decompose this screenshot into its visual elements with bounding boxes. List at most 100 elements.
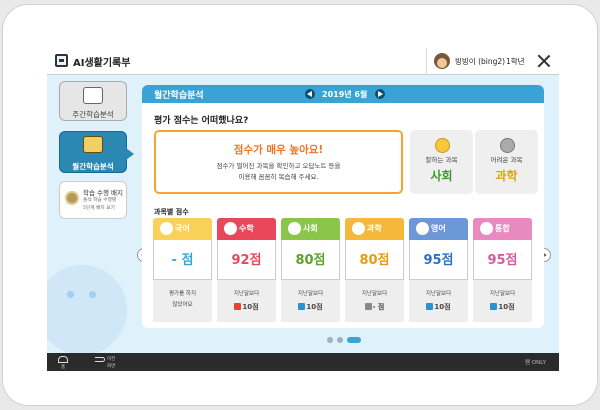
panel-header: 월간학습분석 2019년 6월	[142, 85, 544, 103]
subject-card-math[interactable]: 수학 92점 지난달보다 10점	[217, 218, 276, 325]
subject-name: 영어	[431, 224, 446, 233]
calendar-icon	[83, 87, 103, 104]
sidebar-item-monthly[interactable]: 월간학습분석	[59, 131, 134, 173]
subject-card-english[interactable]: 영어 95점 지난달보다 10점	[409, 218, 468, 325]
character-icon	[160, 222, 173, 235]
compare-value: - 점	[372, 303, 385, 311]
subject-card-social[interactable]: 사회 80점 지난달보다 10점	[281, 218, 340, 325]
compare-box: 지난달보다 10점	[217, 280, 276, 322]
avatar	[434, 53, 450, 69]
page-dot[interactable]	[337, 337, 343, 343]
subject-name: 사회	[303, 224, 318, 233]
subject-score: 80점	[359, 253, 390, 268]
prev-month-icon[interactable]	[305, 89, 315, 99]
compare-label: 지난달보다	[297, 291, 324, 297]
app-header: AI생활기록부 빙빙이 (bing2) 1학년	[47, 48, 559, 75]
home-label: 홈	[61, 365, 66, 370]
compare-box: 지난달보다 - 점	[345, 280, 404, 322]
arrow-down-icon	[490, 303, 498, 310]
home-icon[interactable]	[58, 356, 68, 363]
score-message-box: 점수가 매우 높아요! 점수가 떨어진 과목을 확인하고 오답노트 등을 이용해…	[154, 130, 403, 194]
compare-label: 지난달보다	[425, 291, 452, 297]
close-icon[interactable]	[535, 52, 553, 70]
back-label-2: 화면	[107, 364, 116, 369]
subject-header: 사회	[281, 218, 340, 240]
question-heading: 평가 점수는 어떠했나요?	[154, 116, 249, 126]
good-subject-caption: 잘하는 과목	[425, 156, 458, 164]
subject-header: 수학	[217, 218, 276, 240]
compare-value: 10점	[498, 303, 515, 311]
good-subject-box: 잘하는 과목 사회	[410, 130, 473, 194]
user-name: 빙빙이 (bing2)	[455, 57, 506, 66]
subject-score: 95점	[423, 253, 454, 268]
subject-score: - 점	[171, 253, 194, 268]
app-logo-icon	[55, 54, 68, 67]
page-dot-active[interactable]	[347, 337, 361, 343]
compare-value: 10점	[242, 303, 259, 311]
character-icon	[352, 222, 365, 235]
page-dot[interactable]	[327, 337, 333, 343]
arrow-down-icon	[426, 303, 434, 310]
system-bar: 홈 이전 화면 펜 ONLY	[47, 353, 559, 371]
subject-header: 영어	[409, 218, 468, 240]
pen-only-label: 펜 ONLY	[525, 360, 546, 366]
good-subject-name: 사회	[430, 169, 453, 183]
medal-icon	[65, 191, 79, 205]
user-grade: 1학년	[506, 57, 525, 66]
app-screen: AI생활기록부 빙빙이 (bing2) 1학년 주간학습분석 월간학습분석 학습…	[47, 48, 559, 371]
compare-label: 평가를 하지	[168, 291, 197, 297]
compare-value: 10점	[306, 303, 323, 311]
sidebar-item-label: 주간학습분석	[72, 110, 114, 119]
tablet-frame: AI생활기록부 빙빙이 (bing2) 1학년 주간학습분석 월간학습분석 학습…	[2, 4, 598, 406]
back-icon[interactable]	[95, 357, 105, 362]
message-line-2: 이용해 꼼꼼히 복습해 주세요.	[238, 173, 319, 181]
arrow-down-icon	[298, 303, 306, 310]
subject-header: 통합	[473, 218, 532, 240]
subject-name: 국어	[175, 224, 190, 233]
compare-box: 지난달보다 10점	[409, 280, 468, 322]
subject-header: 국어	[153, 218, 212, 240]
sidebar-item-label: 월간학습분석	[72, 162, 114, 171]
analysis-panel: 월간학습분석 2019년 6월 평가 점수는 어떠했나요? 점수가 매우 높아요…	[142, 85, 544, 328]
weak-subject-caption: 어려운 과목	[490, 156, 523, 164]
character-icon	[288, 222, 301, 235]
app-title: AI생활기록부	[73, 58, 131, 69]
sidebar-item-sub1: 출석 학습 수행별	[83, 198, 117, 203]
compare-box: 평가를 하지 않았어요	[153, 280, 212, 322]
subject-card-science[interactable]: 과학 80점 지난달보다 - 점	[345, 218, 404, 325]
subject-score-label: 과목별 점수	[154, 208, 189, 216]
dash-icon	[364, 303, 372, 310]
character-icon	[480, 222, 493, 235]
back-label-1: 이전	[107, 357, 116, 362]
compare-label: 지난달보다	[489, 291, 516, 297]
smile-face-icon	[435, 138, 450, 153]
sidebar-item-label: 학습 수행 배지	[83, 189, 124, 197]
divider	[426, 48, 427, 75]
compare-label: 지난달보다	[361, 291, 388, 297]
subject-card-integrated[interactable]: 통합 95점 지난달보다 10점	[473, 218, 532, 325]
subject-name: 수학	[239, 224, 254, 233]
sidebar-item-badge[interactable]: 학습 수행 배지 출석 학습 수행별 5단계 배지 보기	[59, 181, 127, 219]
compare-value: 10점	[434, 303, 451, 311]
weak-subject-box: 어려운 과목 과학	[475, 130, 538, 194]
next-month-icon[interactable]	[375, 89, 385, 99]
chart-icon	[83, 136, 103, 153]
subject-score: 80점	[295, 253, 326, 268]
subject-card-korean[interactable]: 국어 - 점 평가를 하지 않았어요	[153, 218, 212, 325]
message-line-1: 점수가 떨어진 과목을 확인하고 오답노트 등을	[216, 162, 341, 170]
sidebar-item-weekly[interactable]: 주간학습분석	[59, 81, 127, 121]
compare-value: 않았어요	[172, 302, 193, 308]
month-label: 2019년 6월	[322, 90, 368, 99]
message-headline: 점수가 매우 높아요!	[233, 144, 324, 156]
character-icon	[224, 222, 237, 235]
subject-score: 95점	[487, 253, 518, 268]
compare-box: 지난달보다 10점	[281, 280, 340, 322]
main-area: 주간학습분석 월간학습분석 학습 수행 배지 출석 학습 수행별 5단계 배지 …	[47, 75, 559, 355]
compare-box: 지난달보다 10점	[473, 280, 532, 322]
subject-name: 과학	[367, 224, 382, 233]
compare-label: 지난달보다	[233, 291, 260, 297]
subject-name: 통합	[495, 224, 510, 233]
background-character	[47, 265, 127, 355]
arrow-up-icon	[234, 303, 242, 310]
subject-header: 과학	[345, 218, 404, 240]
